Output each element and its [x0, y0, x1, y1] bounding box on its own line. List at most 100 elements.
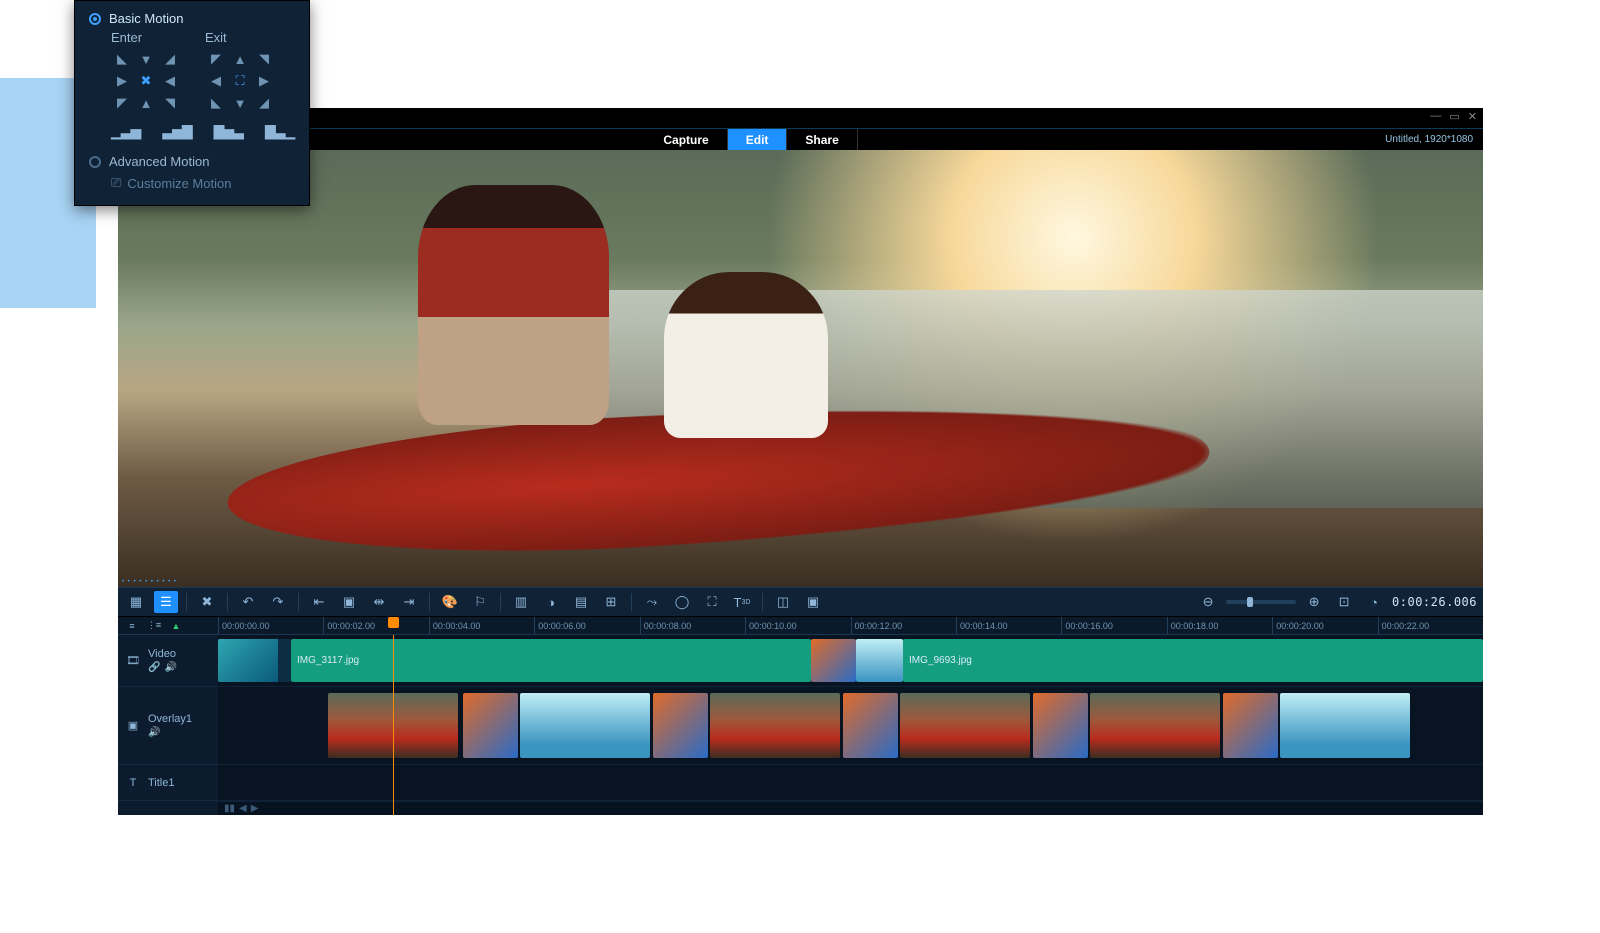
color-button[interactable]: 🎨: [438, 591, 462, 613]
chapter-button[interactable]: ▥: [509, 591, 533, 613]
marker-button[interactable]: ⚐: [468, 591, 492, 613]
transition-clip[interactable]: [811, 639, 856, 682]
close-icon[interactable]: ✕: [1468, 110, 1477, 123]
enter-dir-se[interactable]: ◥: [159, 93, 181, 113]
pattern-fall-icon[interactable]: ▇▅▃: [214, 123, 243, 140]
crop-button[interactable]: ⛶: [700, 591, 724, 613]
scroll-right-icon[interactable]: ▶: [251, 803, 259, 814]
timeline-tracks: 🎞 Video 🔗🔊 ▣ Overlay1 🔊 T Title1: [118, 635, 1483, 815]
video-clip-1[interactable]: IMG_3117.jpg: [291, 639, 811, 682]
collapse-tracks-button[interactable]: ▲: [168, 619, 184, 633]
enter-dir-e[interactable]: ◀: [159, 71, 181, 91]
motion-track-button[interactable]: ⤳: [640, 591, 664, 613]
pattern-rise-icon[interactable]: ▁▃▅: [111, 123, 140, 140]
tab-share[interactable]: Share: [787, 129, 857, 150]
exit-dir-n[interactable]: ▲: [229, 49, 251, 69]
scroll-seg-icon[interactable]: ▮▮: [224, 803, 235, 814]
ruler-tick: 00:00:10.00: [745, 617, 850, 634]
fx-button[interactable]: ◫: [771, 591, 795, 613]
video-track-header[interactable]: 🎞 Video 🔗🔊: [118, 635, 218, 687]
grid-button[interactable]: ⊞: [599, 591, 623, 613]
redo-button[interactable]: ↷: [266, 591, 290, 613]
customize-motion-button[interactable]: ⎚ Customize Motion: [111, 175, 295, 191]
basic-motion-row[interactable]: Basic Motion: [89, 11, 295, 26]
track-list-button[interactable]: ≡: [124, 619, 140, 633]
ruler-tick: 00:00:08.00: [640, 617, 745, 634]
enter-dir-s[interactable]: ▲: [135, 93, 157, 113]
enter-dir-n[interactable]: ▼: [135, 49, 157, 69]
enter-dir-center[interactable]: ✖: [135, 71, 157, 91]
basic-motion-radio[interactable]: [89, 13, 101, 25]
zoom-in-button[interactable]: ⊕: [1302, 591, 1326, 613]
resize-dots-icon[interactable]: • • • • • • • • • •: [122, 579, 177, 585]
storyboard-view-button[interactable]: ▦: [124, 591, 148, 613]
overlay-transition[interactable]: [1033, 693, 1088, 758]
overlay-clip[interactable]: [900, 693, 1030, 758]
overlay-clip[interactable]: [520, 693, 650, 758]
record-button[interactable]: ▣: [801, 591, 825, 613]
enter-dir-ne[interactable]: ◢: [159, 49, 181, 69]
exit-dir-center[interactable]: ⛶: [229, 71, 251, 91]
overlay-transition[interactable]: [843, 693, 898, 758]
tab-capture[interactable]: Capture: [645, 129, 727, 150]
timecode-display[interactable]: 0:00:26.006: [1392, 595, 1477, 609]
project-title: Untitled, 1920*1080: [1385, 134, 1483, 145]
zoom-out-button[interactable]: ⊖: [1196, 591, 1220, 613]
timeline-view-button[interactable]: ☰: [154, 591, 178, 613]
clock-icon[interactable]: ◔: [1362, 591, 1386, 613]
overlay-transition[interactable]: [1223, 693, 1278, 758]
pattern-step-icon[interactable]: ▇▃▁: [265, 123, 294, 140]
exit-dir-s[interactable]: ▼: [229, 93, 251, 113]
overlay-clip[interactable]: [328, 693, 458, 758]
enter-dir-sw[interactable]: ◤: [111, 93, 133, 113]
zoom-slider[interactable]: [1226, 600, 1296, 604]
loop-button[interactable]: ◯: [670, 591, 694, 613]
exit-dir-se[interactable]: ◢: [253, 93, 275, 113]
video-clip-2[interactable]: IMG_9693.jpg: [903, 639, 1483, 682]
overlay-track[interactable]: [218, 687, 1483, 765]
undo-button[interactable]: ↶: [236, 591, 260, 613]
exit-dir-ne[interactable]: ◥: [253, 49, 275, 69]
overlay-track-header[interactable]: ▣ Overlay1 🔊: [118, 687, 218, 765]
mark-out-button[interactable]: ⇥: [397, 591, 421, 613]
overlay-button[interactable]: ◑: [539, 591, 563, 613]
advanced-motion-row[interactable]: Advanced Motion: [89, 154, 295, 169]
tools-button[interactable]: ✖: [195, 591, 219, 613]
tab-edit[interactable]: Edit: [728, 129, 788, 150]
exit-dir-w[interactable]: ◀: [205, 71, 227, 91]
overlay-clip[interactable]: [1090, 693, 1220, 758]
timeline-scrollbar[interactable]: ▮▮ ◀ ▶: [218, 801, 1483, 815]
mark-in-button[interactable]: ⇤: [307, 591, 331, 613]
advanced-motion-radio[interactable]: [89, 156, 101, 168]
overlay-clip[interactable]: [710, 693, 840, 758]
exit-dir-nw[interactable]: ◤: [205, 49, 227, 69]
overlay-transition[interactable]: [653, 693, 708, 758]
video-clip-thumb-2[interactable]: [856, 639, 903, 682]
advanced-motion-label: Advanced Motion: [109, 154, 209, 169]
track-headers: 🎞 Video 🔗🔊 ▣ Overlay1 🔊 T Title1: [118, 635, 218, 815]
track-options-button[interactable]: ⋮≡: [146, 619, 162, 633]
3d-title-button[interactable]: T3D: [730, 591, 754, 613]
minimize-icon[interactable]: —: [1430, 110, 1441, 123]
scroll-left-icon[interactable]: ◀: [239, 803, 247, 814]
title-track[interactable]: [218, 765, 1483, 801]
enter-dir-nw[interactable]: ◣: [111, 49, 133, 69]
time-ruler[interactable]: 00:00:00.00 00:00:02.00 00:00:04.00 00:0…: [218, 617, 1483, 634]
video-track[interactable]: IMG_3117.jpg IMG_9693.jpg: [218, 635, 1483, 687]
enter-dir-w[interactable]: ▶: [111, 71, 133, 91]
overlay-clip[interactable]: [1280, 693, 1410, 758]
title-track-header[interactable]: T Title1: [118, 765, 218, 801]
mark-clip-button[interactable]: ▣: [337, 591, 361, 613]
exit-dir-e[interactable]: ▶: [253, 71, 275, 91]
fit-button[interactable]: ⊡: [1332, 591, 1356, 613]
pattern-bars-icon[interactable]: ▃▅▇: [162, 123, 191, 140]
exit-dir-sw[interactable]: ◣: [205, 93, 227, 113]
maximize-icon[interactable]: ▭: [1449, 110, 1459, 123]
overlay-transition[interactable]: [463, 693, 518, 758]
video-clip-thumb[interactable]: [218, 639, 291, 682]
preview-monitor[interactable]: • • • • • • • • • •: [118, 150, 1483, 587]
ruler-tick: 00:00:14.00: [956, 617, 1061, 634]
customize-motion-icon: ⎚: [111, 175, 121, 191]
subtitle-button[interactable]: ▤: [569, 591, 593, 613]
split-button[interactable]: ⇹: [367, 591, 391, 613]
